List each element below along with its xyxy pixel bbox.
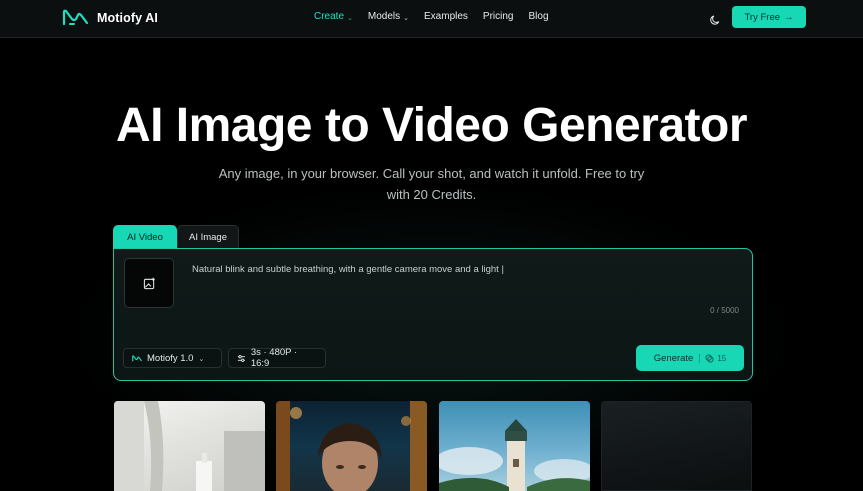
menu-item-pricing[interactable]: Pricing bbox=[483, 11, 514, 22]
generator-panel: Natural blink and subtle breathing, with… bbox=[113, 248, 753, 381]
gallery-item-lighthouse[interactable] bbox=[439, 401, 590, 491]
gallery-item-interior[interactable] bbox=[114, 401, 265, 491]
chevron-down-icon: ⌄ bbox=[198, 356, 205, 363]
hero-subtitle: Any image, in your browser. Call your sh… bbox=[218, 166, 645, 202]
menu-item-label: Blog bbox=[528, 11, 549, 22]
tab-ai-image[interactable]: AI Image bbox=[177, 225, 239, 249]
moon-icon bbox=[709, 15, 719, 25]
gallery-item-dark[interactable] bbox=[601, 401, 752, 491]
prompt-input[interactable]: Natural blink and subtle breathing, with… bbox=[192, 264, 732, 275]
generate-label: Generate bbox=[653, 352, 694, 364]
main-menu: Create ⌄ Models ⌄ Examples Pricing Blog bbox=[314, 11, 549, 22]
menu-item-label: Examples bbox=[424, 11, 468, 22]
video-settings-button[interactable]: 3s · 480P · 16:9 bbox=[228, 347, 326, 369]
try-free-button[interactable]: Try Free → bbox=[732, 6, 806, 28]
brand-name: Motiofy AI bbox=[97, 10, 158, 25]
credit-cost: 15 bbox=[699, 353, 727, 363]
theme-toggle-button[interactable] bbox=[706, 10, 724, 28]
image-upload-icon bbox=[143, 277, 155, 289]
model-select-label: Motiofy 1.0 bbox=[147, 352, 194, 364]
video-settings-label: 3s · 480P · 16:9 bbox=[250, 347, 298, 369]
top-navbar: Motiofy AI Create ⌄ Models ⌄ Examples Pr… bbox=[0, 0, 863, 38]
generator-tabs: AI Video AI Image bbox=[113, 225, 239, 249]
lighthouse-scene-image bbox=[439, 419, 590, 491]
page-title: AI Image to Video Generator bbox=[115, 99, 748, 152]
sliders-icon bbox=[237, 354, 245, 362]
menu-item-create[interactable]: Create ⌄ bbox=[314, 11, 353, 22]
try-free-label: Try Free bbox=[744, 11, 781, 23]
chevron-down-icon: ⌄ bbox=[403, 14, 410, 22]
character-counter: 0 / 5000 bbox=[710, 306, 739, 315]
motiofy-logo-icon bbox=[62, 9, 89, 26]
tab-ai-video[interactable]: AI Video bbox=[113, 225, 177, 249]
menu-item-blog[interactable]: Blog bbox=[529, 11, 549, 22]
interior-scene-image bbox=[114, 401, 265, 491]
motiofy-model-icon bbox=[132, 354, 142, 361]
brand-logo[interactable]: Motiofy AI bbox=[62, 9, 158, 26]
menu-item-examples[interactable]: Examples bbox=[424, 11, 468, 22]
menu-item-label: Pricing bbox=[482, 11, 514, 22]
image-upload-button[interactable] bbox=[124, 258, 174, 308]
credit-cost-value: 15 bbox=[717, 353, 727, 363]
gallery-item-portrait[interactable] bbox=[276, 401, 427, 491]
portrait-scene-image bbox=[276, 401, 427, 491]
model-select[interactable]: Motiofy 1.0 ⌄ bbox=[123, 348, 222, 368]
credit-coin-icon bbox=[705, 353, 714, 363]
menu-item-models[interactable]: Models ⌄ bbox=[368, 11, 409, 22]
generate-button[interactable]: Generate 15 bbox=[636, 345, 744, 371]
menu-item-label: Create bbox=[314, 11, 345, 22]
menu-item-label: Models bbox=[367, 11, 401, 22]
arrow-right-icon: → bbox=[784, 11, 794, 23]
chevron-down-icon: ⌄ bbox=[347, 14, 353, 22]
